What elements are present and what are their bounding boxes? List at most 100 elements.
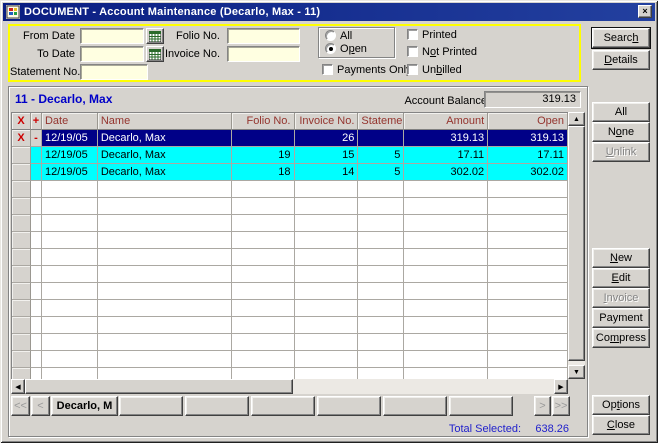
cell-open: [488, 334, 568, 351]
tab-empty-3[interactable]: [251, 396, 315, 416]
from-date-input[interactable]: [80, 28, 144, 44]
search-button[interactable]: Search: [592, 28, 650, 48]
edit-button[interactable]: Edit: [592, 268, 650, 288]
cell-x: [12, 300, 31, 317]
cell-statement: 5: [358, 164, 404, 181]
cell-statement: 5: [358, 147, 404, 164]
vertical-scrollbar-thumb[interactable]: [568, 126, 585, 361]
close-button[interactable]: Close: [592, 415, 650, 435]
cell-invoice: [295, 249, 359, 266]
cell-expand: [31, 368, 42, 379]
tab-prev-button[interactable]: <: [31, 396, 50, 416]
checkbox-not-printed-label: Not Printed: [422, 46, 477, 58]
cell-open: [488, 215, 568, 232]
table-row[interactable]: 12/19/05Decarlo, Max1915517.1117.11: [12, 147, 568, 164]
checkbox-unbilled[interactable]: Unbilled: [407, 64, 462, 78]
vertical-scrollbar[interactable]: ▲ ▼: [568, 112, 585, 379]
cell-invoice: [295, 351, 359, 368]
tab-decarlo[interactable]: Decarlo, M: [51, 396, 118, 416]
table-row-empty[interactable]: [12, 181, 568, 198]
new-button[interactable]: New: [592, 248, 650, 268]
scroll-right-icon[interactable]: ▶: [554, 379, 568, 394]
scroll-left-icon[interactable]: ◀: [11, 379, 25, 394]
tab-empty-6[interactable]: [449, 396, 513, 416]
radio-dot-icon: [325, 43, 336, 54]
tab-last-button[interactable]: >>: [552, 396, 570, 416]
column-header-name[interactable]: Name: [98, 113, 232, 130]
table-row-empty[interactable]: [12, 249, 568, 266]
cell-folio: [232, 215, 295, 232]
checkbox-not-printed[interactable]: Not Printed: [407, 46, 477, 60]
table-row-empty[interactable]: [12, 232, 568, 249]
statement-no-input[interactable]: [80, 64, 148, 80]
invoice-no-input[interactable]: [227, 46, 300, 62]
table-row-empty[interactable]: [12, 215, 568, 232]
column-header-date[interactable]: Date: [42, 113, 98, 130]
tab-first-button[interactable]: <<: [11, 396, 30, 416]
table-row-empty[interactable]: [12, 198, 568, 215]
none-button[interactable]: None: [592, 122, 650, 142]
cell-x: [12, 283, 31, 300]
table-row[interactable]: 12/19/05Decarlo, Max18145302.02302.02: [12, 164, 568, 181]
title-bar[interactable]: DOCUMENT - Account Maintenance (Decarlo,…: [3, 3, 655, 21]
account-group: 11 - Decarlo, Max Account Balance 319.13…: [8, 86, 588, 437]
table-body: X-12/19/05Decarlo, Max26319.13319.13 12/1…: [12, 130, 568, 379]
column-header-expand[interactable]: +: [31, 113, 42, 130]
column-header-invoice[interactable]: Invoice No.: [295, 113, 359, 130]
cell-invoice: [295, 198, 359, 215]
column-header-x[interactable]: X: [12, 113, 31, 130]
details-button[interactable]: Details: [592, 50, 650, 70]
checkbox-icon: [407, 64, 418, 75]
table-row-empty[interactable]: [12, 300, 568, 317]
account-tab-bar: << < Decarlo, M > >>: [11, 395, 587, 417]
scroll-up-icon[interactable]: ▲: [568, 112, 585, 126]
folio-no-input[interactable]: [227, 28, 300, 44]
checkbox-printed[interactable]: Printed: [407, 29, 457, 43]
cell-name: Decarlo, Max: [98, 147, 232, 164]
cell-name: [98, 300, 232, 317]
radio-open[interactable]: Open: [325, 43, 367, 57]
table-row[interactable]: X-12/19/05Decarlo, Max26319.13319.13: [12, 130, 568, 147]
radio-circle-icon: [325, 30, 336, 41]
tab-next-button[interactable]: >: [534, 396, 551, 416]
table-row-empty[interactable]: [12, 283, 568, 300]
cell-open: [488, 198, 568, 215]
tab-empty-4[interactable]: [317, 396, 381, 416]
all-button[interactable]: All: [592, 102, 650, 122]
invoice-button: Invoice: [592, 288, 650, 308]
horizontal-scrollbar-thumb[interactable]: [25, 379, 293, 394]
table-row-empty[interactable]: [12, 368, 568, 379]
cell-invoice: [295, 181, 359, 198]
radio-open-label: Open: [340, 43, 367, 55]
cell-date: [42, 198, 98, 215]
compress-button[interactable]: Compress: [592, 328, 650, 348]
payment-button[interactable]: Payment: [592, 308, 650, 328]
radio-all[interactable]: All: [325, 30, 352, 44]
horizontal-scrollbar[interactable]: ◀ ▶: [11, 379, 568, 394]
total-selected-value: 638.26: [521, 423, 569, 435]
table-row-empty[interactable]: [12, 334, 568, 351]
tab-empty-1[interactable]: [119, 396, 183, 416]
table-row-empty[interactable]: [12, 266, 568, 283]
checkbox-icon: [407, 29, 418, 40]
tab-empty-2[interactable]: [185, 396, 249, 416]
scroll-down-icon[interactable]: ▼: [568, 365, 585, 379]
column-header-folio[interactable]: Folio No.: [232, 113, 295, 130]
cell-invoice: [295, 368, 359, 379]
cell-name: [98, 198, 232, 215]
checkbox-payments-only[interactable]: Payments Only: [322, 64, 412, 78]
column-header-open[interactable]: Open: [488, 113, 568, 130]
table-row-empty[interactable]: [12, 317, 568, 334]
tab-empty-5[interactable]: [383, 396, 447, 416]
cell-folio: [232, 351, 295, 368]
table-row-empty[interactable]: [12, 351, 568, 368]
column-header-amount[interactable]: Amount: [404, 113, 488, 130]
cell-invoice: 26: [295, 130, 359, 147]
close-icon[interactable]: ×: [638, 5, 652, 18]
options-button[interactable]: Options: [592, 395, 650, 415]
column-header-statement[interactable]: Statement: [358, 113, 404, 130]
app-icon: [6, 5, 20, 19]
from-date-label: From Date: [10, 29, 75, 43]
to-date-input[interactable]: [80, 46, 144, 62]
cell-folio: [232, 181, 295, 198]
